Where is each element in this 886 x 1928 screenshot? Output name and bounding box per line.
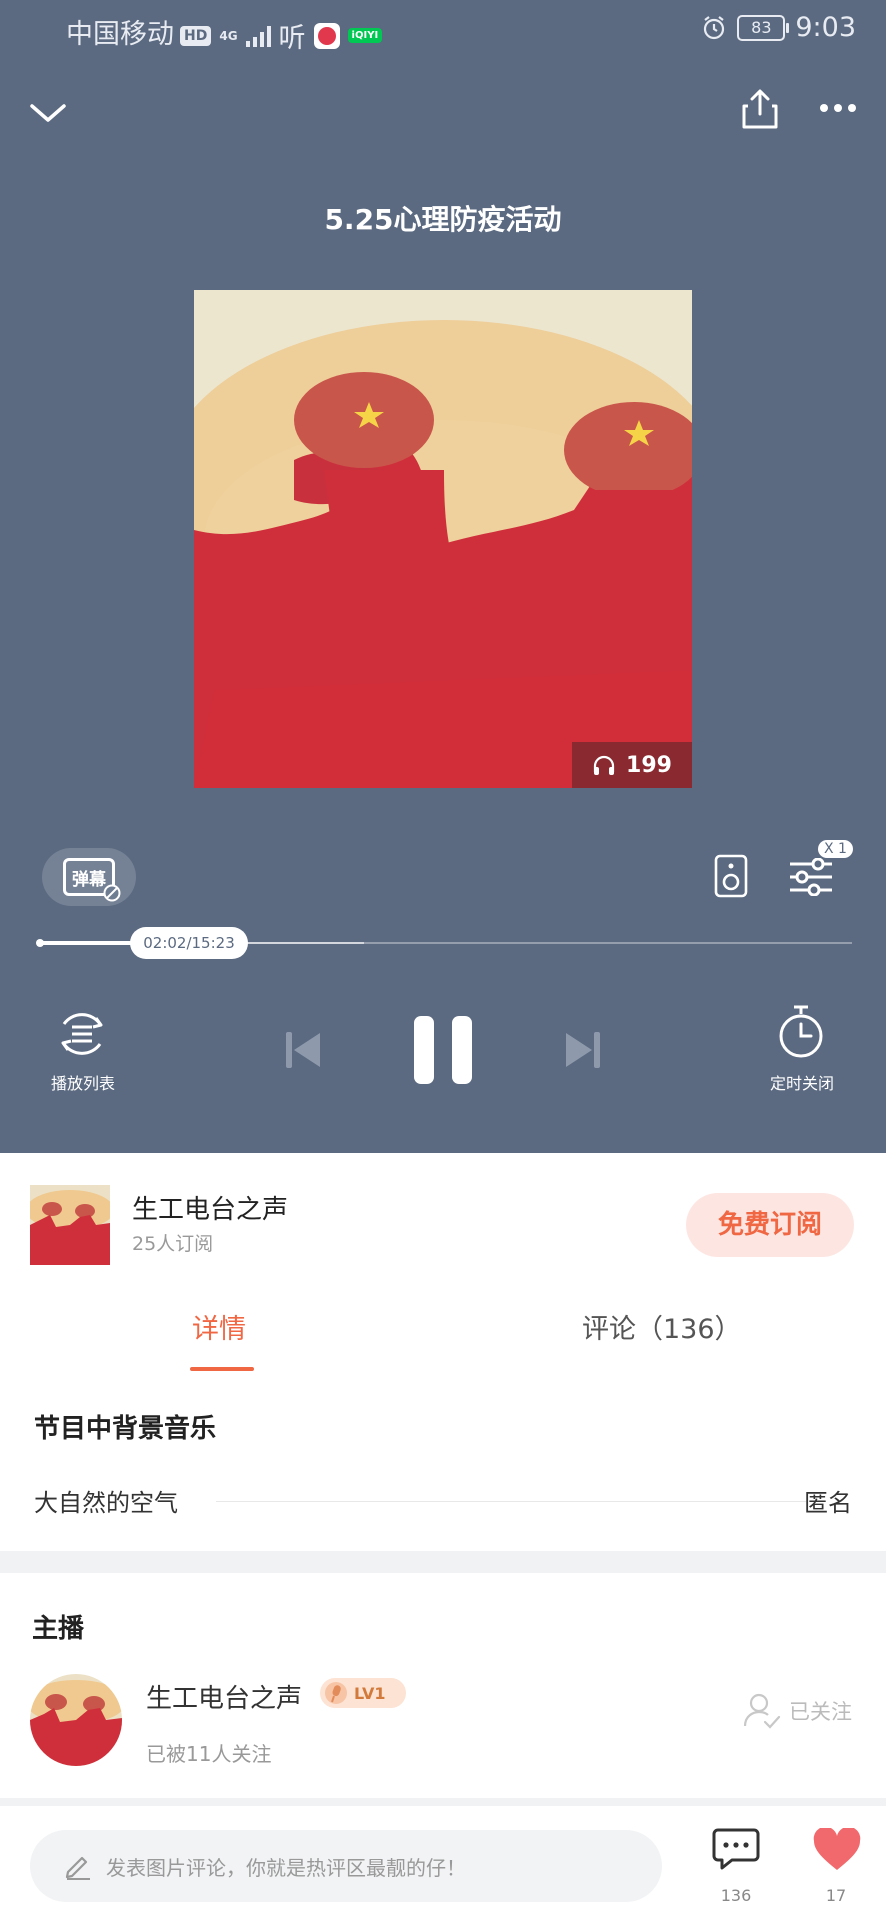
signal-icon — [245, 25, 271, 47]
play-count-badge: 199 — [572, 742, 692, 788]
alarm-icon — [704, 15, 725, 39]
share-icon — [742, 89, 778, 129]
bgm-section-title: 节目中背景音乐 — [34, 1414, 217, 1444]
speaker-icon — [714, 854, 748, 898]
user-check-icon — [743, 1693, 781, 1729]
battery-indicator: 83 — [737, 14, 790, 41]
more-button[interactable] — [818, 100, 858, 120]
cover-painting — [194, 290, 692, 788]
equalizer-icon — [790, 857, 832, 897]
comment-count: 136 — [720, 1886, 752, 1905]
progress-start-dot — [36, 939, 44, 947]
album-subscribers: 25人订阅 — [132, 1233, 214, 1255]
microphone-icon — [325, 1682, 347, 1704]
section-divider — [0, 1551, 886, 1573]
host-avatar-art — [30, 1674, 122, 1766]
bgm-song-name: 大自然的空气 — [34, 1489, 178, 1517]
network-type: 4G — [219, 28, 238, 43]
subscribe-button[interactable]: 免费订阅 — [686, 1193, 854, 1257]
playlist-button[interactable] — [54, 1006, 110, 1066]
bgm-divider — [216, 1501, 806, 1502]
host-name[interactable]: 生工电台之声 — [146, 1678, 302, 1715]
pause-button[interactable] — [412, 1014, 474, 1090]
followed-label: 已关注 — [789, 1700, 852, 1724]
album-name: 生工电台之声 — [132, 1195, 289, 1225]
album-thumbnail — [30, 1185, 110, 1265]
headphones-icon — [593, 755, 615, 775]
hd-icon: HD — [180, 25, 212, 46]
bottom-bar: 发表图片评论，你就是热评区最靓的仔！ 136 17 — [0, 1798, 886, 1928]
pause-icon — [414, 1016, 472, 1084]
app-notification-icon — [313, 22, 340, 49]
comment-placeholder: 发表图片评论，你就是热评区最靓的仔！ — [106, 1855, 466, 1880]
host-avatar[interactable] — [30, 1674, 122, 1766]
previous-button[interactable] — [284, 1030, 322, 1074]
sleep-timer-button[interactable] — [776, 1004, 826, 1064]
danmaku-off-icon — [103, 884, 121, 902]
status-right: 83 9:03 — [701, 12, 856, 43]
progress-handle[interactable]: 02:02/15:23 — [130, 927, 248, 959]
album-row[interactable]: 生工电台之声 25人订阅 免费订阅 — [0, 1153, 886, 1283]
timer-label: 定时关闭 — [769, 1074, 834, 1093]
speed-badge: X 1 — [818, 840, 853, 858]
pencil-icon — [65, 1856, 90, 1880]
like-button[interactable] — [812, 1826, 862, 1876]
playlist-label: 播放列表 — [50, 1074, 115, 1093]
danmaku-icon: 弹幕 — [63, 858, 121, 902]
episode-title: 5.25心理防疫活动 — [324, 203, 562, 236]
tab-bar: 详情 评论（136） — [0, 1283, 886, 1373]
previous-icon — [286, 1032, 320, 1068]
active-tab-indicator — [190, 1367, 254, 1371]
chevron-down-icon — [30, 104, 66, 122]
next-icon — [566, 1032, 600, 1068]
cover-art: 199 — [194, 290, 692, 788]
comment-input[interactable]: 发表图片评论，你就是热评区最靓的仔！ — [30, 1830, 662, 1902]
bgm-row[interactable]: 大自然的空气 匿名 — [34, 1483, 852, 1523]
host-level-badge: LV1 — [320, 1678, 406, 1708]
host-level: LV1 — [354, 1683, 386, 1703]
comments-button[interactable] — [712, 1826, 760, 1876]
share-button[interactable] — [740, 88, 780, 134]
tab-comments[interactable]: 评论（136） — [582, 1307, 742, 1346]
like-count: 17 — [825, 1886, 847, 1905]
danmaku-label: 弹幕 — [72, 869, 106, 890]
playlist-icon — [61, 1013, 103, 1055]
clock: 9:03 — [795, 12, 856, 43]
tab-details[interactable]: 详情 — [192, 1307, 246, 1346]
host-followers: 已被11人关注 — [146, 1742, 272, 1766]
bgm-artist: 匿名 — [804, 1489, 852, 1517]
speaker-button[interactable] — [714, 854, 748, 902]
status-bar: 中国移动 HD 4G 听 iQIYI 83 9:03 — [0, 0, 886, 60]
timer-icon — [779, 1005, 823, 1058]
carrier-label: 中国移动 — [66, 19, 174, 50]
listen-app-icon: 听 — [278, 23, 306, 54]
heart-icon — [813, 1826, 861, 1870]
more-icon — [820, 104, 856, 112]
play-count: 199 — [626, 752, 672, 778]
danmaku-toggle[interactable]: 弹幕 — [42, 848, 136, 906]
sound-effects-button[interactable] — [788, 857, 834, 900]
player-panel: 中国移动 HD 4G 听 iQIYI 83 9:03 5.25心理防疫活动 19… — [0, 0, 886, 1153]
comment-icon — [712, 1828, 760, 1870]
status-icons: HD 4G 听 iQIYI — [180, 16, 383, 55]
collapse-button[interactable] — [28, 98, 68, 132]
followed-button[interactable]: 已关注 — [743, 1692, 852, 1730]
host-section-title: 主播 — [32, 1614, 85, 1644]
album-thumb-art — [30, 1185, 110, 1265]
iqiyi-icon: iQIYI — [347, 28, 383, 43]
next-button[interactable] — [564, 1030, 602, 1074]
